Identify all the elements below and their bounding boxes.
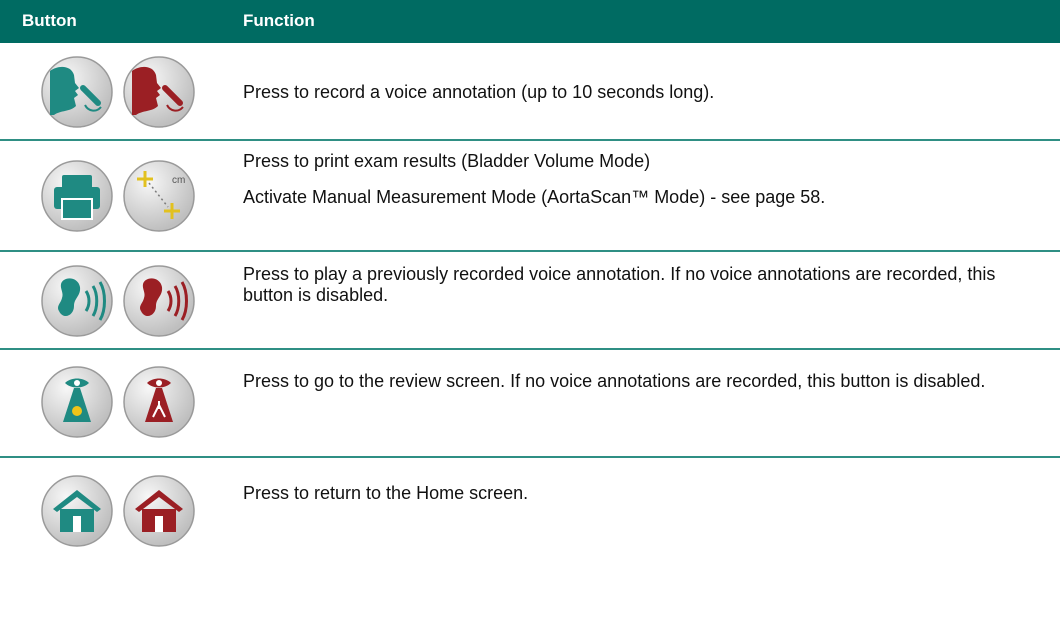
manual-measure-icon[interactable]: cm: [122, 159, 196, 233]
table-row: Press to go to the review screen. If no …: [0, 365, 1060, 445]
row-icons: [0, 365, 220, 445]
row-icons: [0, 55, 220, 128]
row-function-text: Press to play a previously recorded voic…: [243, 264, 1023, 306]
function-text: Press to record a voice annotation (up t…: [243, 82, 715, 102]
table-row: Press to play a previously recorded voic…: [0, 264, 1060, 340]
row-divider: [0, 139, 1060, 141]
header-button: Button: [22, 11, 77, 30]
home-icon-red[interactable]: [122, 474, 196, 548]
row-divider: [0, 456, 1060, 458]
row-divider: [0, 250, 1060, 252]
printer-icon[interactable]: [40, 159, 114, 233]
review-icon-red[interactable]: [122, 365, 196, 439]
table-row: cm Press to print exam results (Bladder …: [0, 151, 1060, 241]
row-divider: [0, 348, 1060, 350]
ear-icon-red[interactable]: [122, 264, 196, 338]
speak-icon-teal[interactable]: [40, 55, 114, 129]
measure-unit-label: cm: [172, 175, 185, 186]
function-text: Activate Manual Measurement Mode (AortaS…: [243, 187, 826, 207]
row-icons: [0, 474, 220, 554]
row-icons: cm: [0, 151, 220, 241]
table-header: Button Function: [0, 0, 1060, 43]
home-icon-teal[interactable]: [40, 474, 114, 548]
table-row: Press to return to the Home screen.: [0, 474, 1060, 554]
row-function-text: Press to record a voice annotation (up t…: [243, 82, 1023, 103]
row-icons: [0, 264, 220, 340]
table-row: Press to record a voice annotation (up t…: [0, 55, 1060, 128]
function-text: Press to go to the review screen. If no …: [243, 371, 986, 391]
function-text: Press to play a previously recorded voic…: [243, 264, 996, 305]
row-function-text: Press to return to the Home screen.: [243, 483, 1023, 504]
header-function: Function: [243, 11, 315, 30]
function-text: Press to return to the Home screen.: [243, 483, 529, 503]
function-text: Press to print exam results (Bladder Vol…: [243, 151, 651, 171]
ear-icon-teal[interactable]: [40, 264, 114, 338]
row-function-text: Press to go to the review screen. If no …: [243, 371, 1023, 392]
speak-icon-red[interactable]: [122, 55, 196, 129]
row-function-text: Press to print exam results (Bladder Vol…: [243, 151, 1023, 208]
review-icon-teal[interactable]: [40, 365, 114, 439]
